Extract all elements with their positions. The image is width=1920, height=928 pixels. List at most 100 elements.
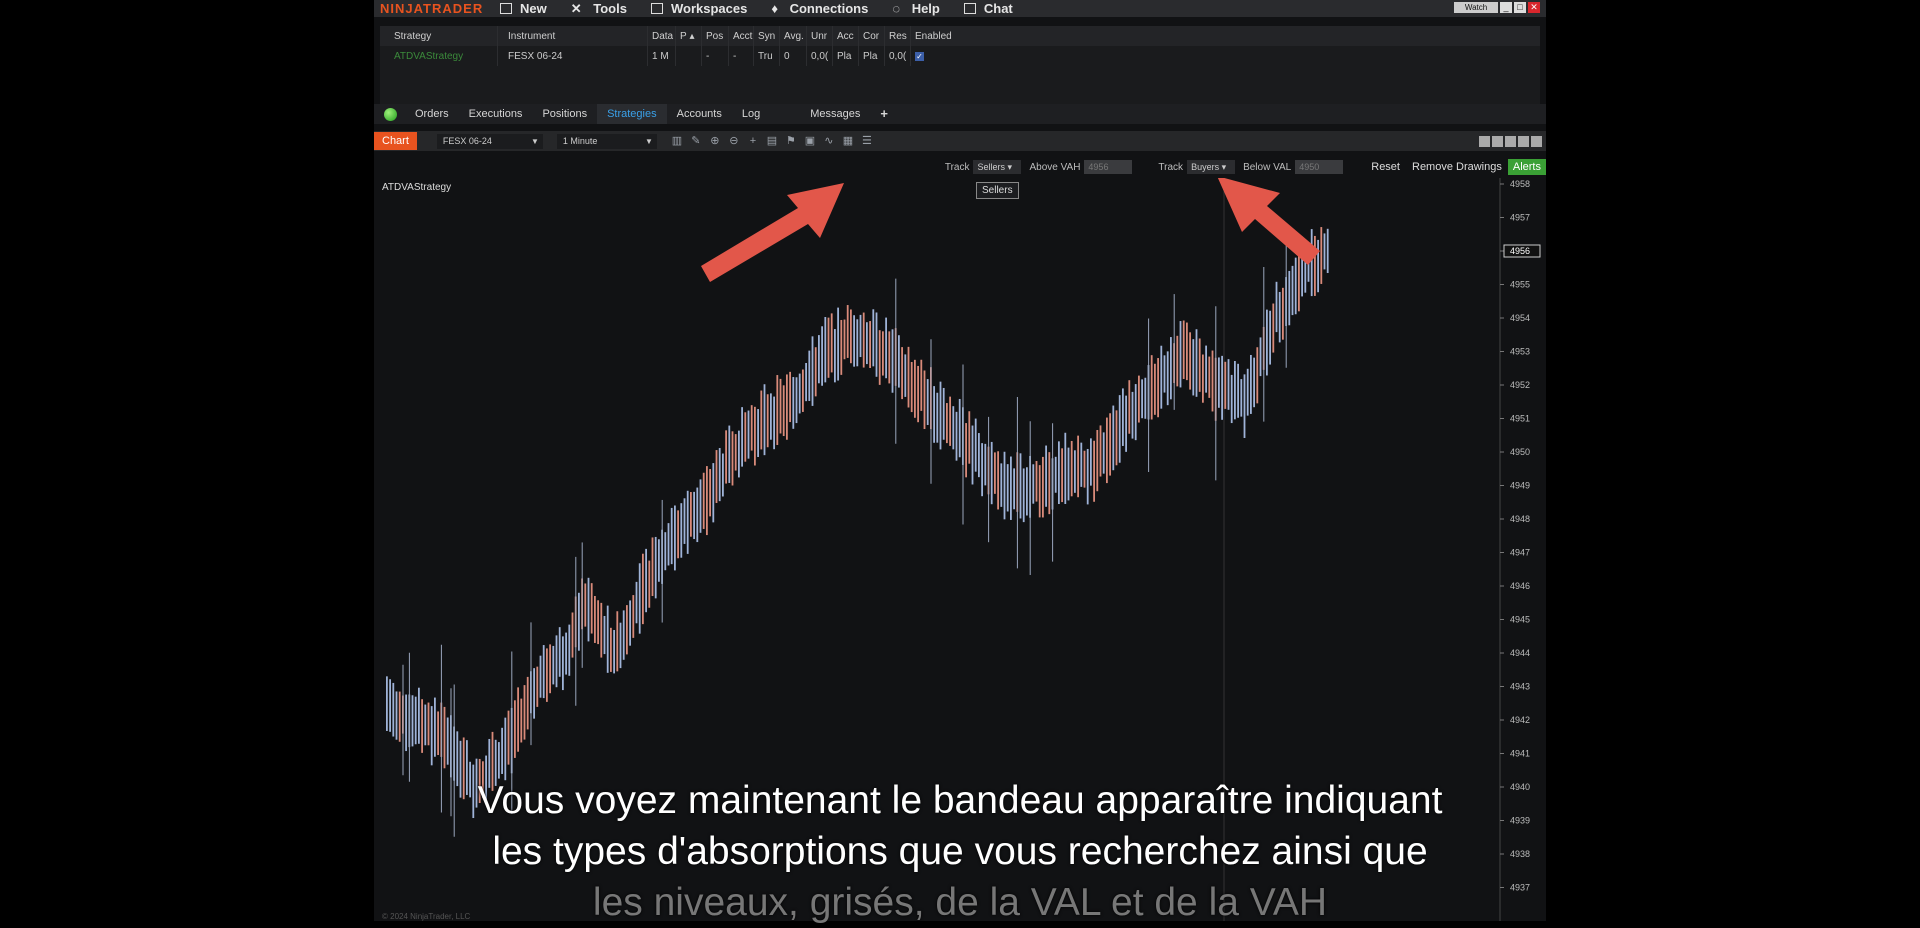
- price-bar: [418, 687, 420, 744]
- price-bar: [949, 396, 951, 446]
- price-bar: [747, 410, 750, 459]
- alerts-button[interactable]: Alerts: [1507, 159, 1546, 175]
- price-bar: [1253, 357, 1255, 408]
- col-res[interactable]: Res: [885, 26, 911, 46]
- col-acc[interactable]: Acc: [833, 26, 859, 46]
- price-bar: [392, 682, 395, 737]
- price-bar: [1045, 445, 1047, 507]
- tile2-icon[interactable]: [1492, 135, 1503, 147]
- col-strategy[interactable]: Strategy: [380, 26, 498, 46]
- tab-executions[interactable]: Executions: [459, 104, 533, 124]
- col-instrument[interactable]: Instrument: [498, 26, 648, 46]
- price-bar: [1230, 374, 1233, 424]
- col-pos[interactable]: Pos: [702, 26, 729, 46]
- tab-messages[interactable]: Messages: [800, 104, 870, 124]
- price-bar: [1019, 453, 1022, 519]
- tab-orders[interactable]: Orders: [405, 104, 459, 124]
- price-bar: [642, 553, 644, 625]
- price-bar: [782, 385, 785, 437]
- menu-help[interactable]: ◌ Help: [892, 1, 940, 16]
- remove-drawings-button[interactable]: Remove Drawings: [1412, 161, 1502, 173]
- price-bar: [712, 463, 715, 523]
- price-bar: [738, 430, 740, 478]
- minimize-icon[interactable]: [1505, 135, 1516, 147]
- price-bar: [1141, 379, 1143, 419]
- enabled-checkbox[interactable]: ✓: [915, 51, 924, 61]
- pencil-icon[interactable]: ✎: [690, 135, 702, 147]
- watch-button[interactable]: Watch: [1454, 2, 1498, 13]
- price-bar: [414, 696, 417, 745]
- zoom-in-icon[interactable]: ⊕: [709, 135, 721, 147]
- maximize-icon[interactable]: [1518, 135, 1529, 147]
- menu-tools[interactable]: ✕ Tools: [571, 1, 627, 17]
- minimize-icon[interactable]: _: [1500, 2, 1512, 13]
- menu-new[interactable]: New: [500, 1, 547, 16]
- price-bar: [696, 487, 699, 543]
- price-tick-label: 4948: [1510, 514, 1530, 524]
- col-data[interactable]: Data: [648, 26, 676, 46]
- price-bar: [715, 450, 718, 503]
- chart-tab[interactable]: Chart: [374, 132, 417, 150]
- tab-positions[interactable]: Positions: [532, 104, 597, 124]
- chart-toolbar: Chart FESX 06-24 ▼ 1 Minute ▼ ▥ ✎ ⊕ ⊖ + ▤ …: [374, 131, 1546, 151]
- strategy-icon[interactable]: ▦: [842, 135, 854, 147]
- below-val-input[interactable]: 4950: [1295, 160, 1344, 174]
- price-bar: [869, 321, 871, 368]
- instrument-select[interactable]: FESX 06-24 ▼: [436, 133, 543, 149]
- col-unr[interactable]: Unr: [807, 26, 833, 46]
- close-icon[interactable]: ✕: [1528, 2, 1540, 13]
- indicator-icon[interactable]: ∿: [823, 135, 835, 147]
- price-bar: [1090, 438, 1092, 486]
- col-enabled[interactable]: Enabled: [911, 26, 971, 46]
- price-bar: [670, 507, 673, 565]
- price-bar: [600, 602, 603, 658]
- snapshot-icon[interactable]: ▣: [804, 135, 816, 147]
- bar-type-icon[interactable]: ▥: [671, 135, 683, 147]
- maximize-icon[interactable]: □: [1514, 2, 1526, 13]
- col-avg[interactable]: Avg.: [780, 26, 807, 46]
- menu-workspaces[interactable]: Workspaces: [650, 1, 747, 16]
- tile-icon[interactable]: [1479, 135, 1490, 147]
- table-row[interactable]: ATDVAStrategy FESX 06-24 1 M - - Tru 0 0…: [380, 46, 1540, 66]
- above-vah-label: Above VAH: [1029, 161, 1081, 173]
- zoom-out-icon[interactable]: ⊖: [728, 135, 740, 147]
- tab-accounts[interactable]: Accounts: [667, 104, 732, 124]
- interval-select[interactable]: 1 Minute ▼: [556, 133, 657, 149]
- col-p[interactable]: P ▴: [676, 26, 702, 46]
- price-bar: [1099, 425, 1102, 477]
- crosshair-icon[interactable]: +: [747, 135, 759, 147]
- price-bar: [856, 319, 859, 367]
- reset-button[interactable]: Reset: [1371, 161, 1400, 173]
- price-tick-label: 4955: [1510, 280, 1530, 290]
- price-bar: [565, 632, 567, 675]
- close-icon[interactable]: [1531, 135, 1542, 147]
- price-bar: [667, 523, 670, 566]
- track1-select[interactable]: Sellers ▾: [973, 160, 1022, 174]
- price-bar: [1218, 357, 1220, 408]
- price-bar: [606, 605, 609, 673]
- price-bar: [520, 698, 523, 743]
- above-vah-input[interactable]: 4956: [1084, 160, 1133, 174]
- price-tick-label: 4953: [1510, 347, 1530, 357]
- price-bar: [632, 595, 635, 638]
- price-bar: [1144, 377, 1147, 419]
- menu-connections[interactable]: ♦ Connections: [771, 1, 868, 16]
- col-acct[interactable]: Acct: [729, 26, 754, 46]
- flag-icon[interactable]: ⚑: [785, 135, 797, 147]
- price-bar: [1086, 448, 1089, 505]
- price-bar: [594, 596, 596, 643]
- track2-select[interactable]: Buyers ▾: [1187, 160, 1236, 174]
- col-cor[interactable]: Cor: [859, 26, 885, 46]
- page-icon[interactable]: ▤: [766, 135, 778, 147]
- col-syn[interactable]: Syn: [754, 26, 780, 46]
- tab-log[interactable]: Log: [732, 104, 770, 124]
- price-bar: [683, 498, 686, 544]
- price-bar: [875, 312, 878, 377]
- price-bar: [981, 443, 983, 497]
- tab-strategies[interactable]: Strategies: [597, 104, 667, 124]
- list-icon[interactable]: ☰: [861, 135, 873, 147]
- add-tab-button[interactable]: +: [870, 104, 898, 124]
- cell-avg: 0: [780, 46, 807, 66]
- price-bar: [590, 583, 593, 634]
- menu-chat[interactable]: Chat: [963, 1, 1013, 16]
